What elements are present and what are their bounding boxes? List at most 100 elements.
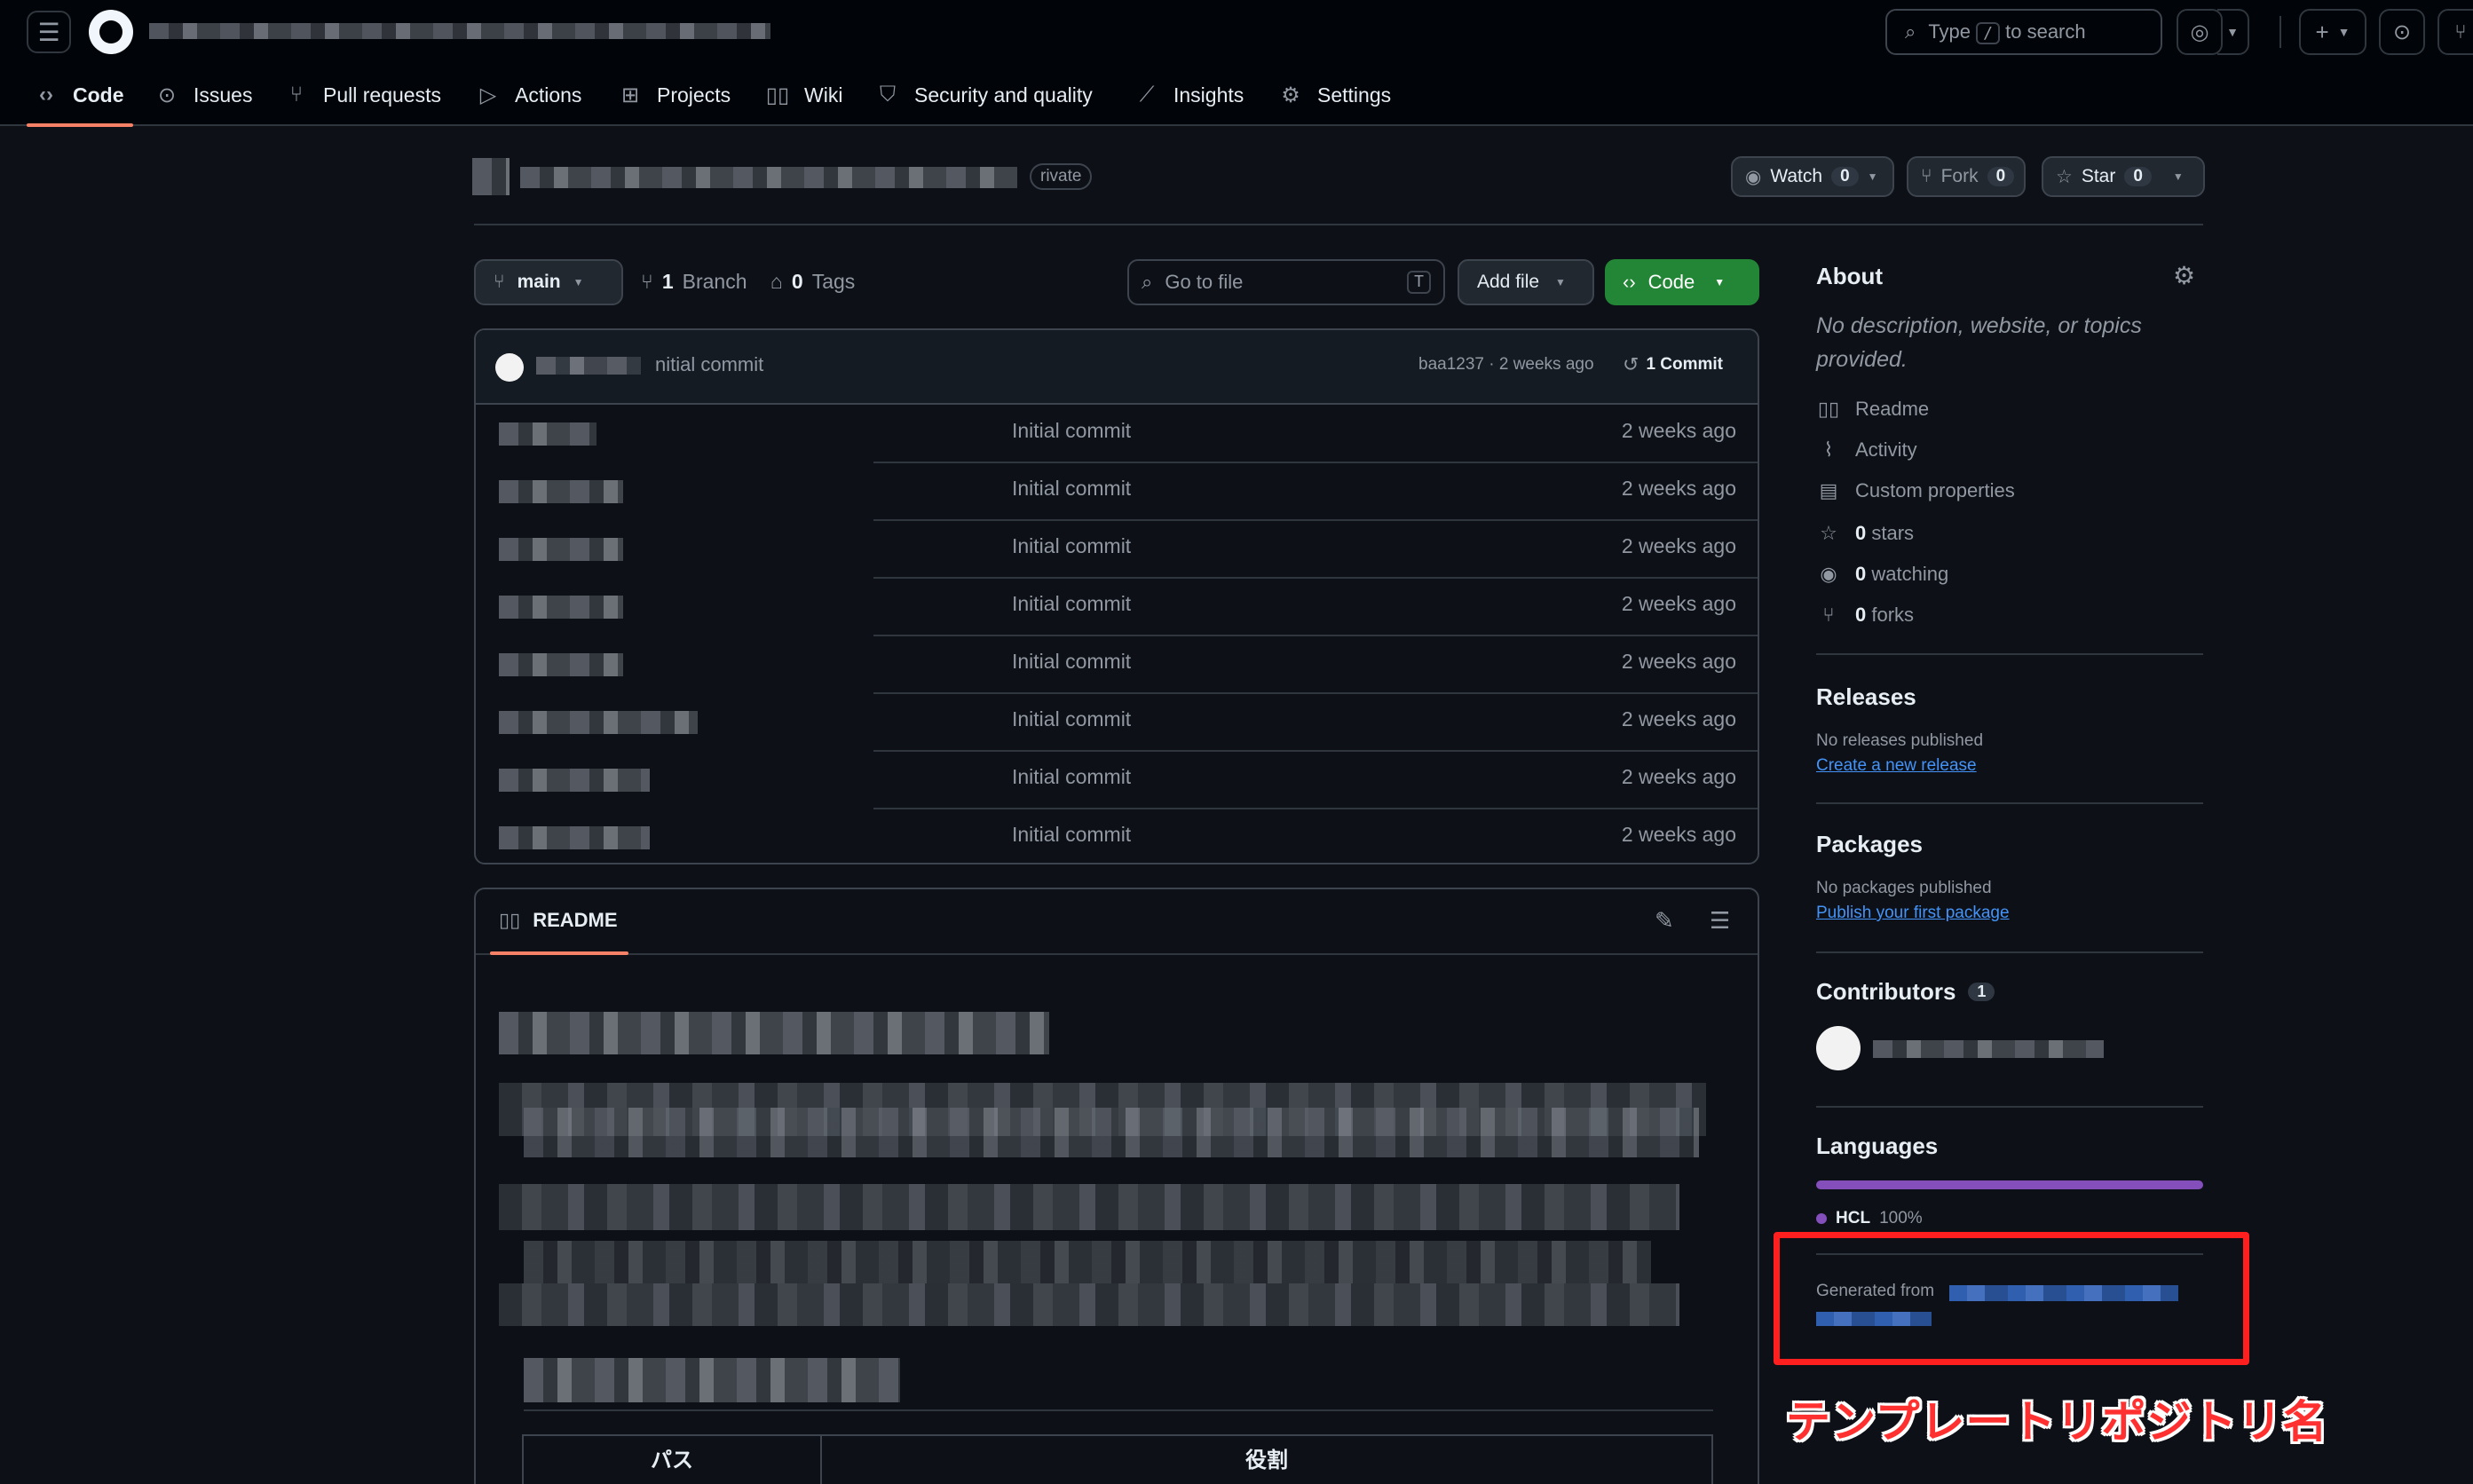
tab-label: Security and quality [914, 83, 1093, 107]
about-heading: About [1816, 263, 1884, 289]
watch-button[interactable]: ◉ Watch 0 ▼ [1731, 156, 1894, 197]
language-hcl[interactable]: HCL 100% [1816, 1209, 1923, 1228]
edit-readme-button[interactable]: ✎ [1655, 907, 1674, 935]
branch-label: Branch [682, 270, 747, 293]
star-count: 0 [2124, 167, 2152, 186]
tab-insights[interactable]: ⟋ Insights [1134, 69, 1244, 121]
branch-icon: ⑂ [641, 270, 653, 293]
about-settings-button[interactable]: ⚙ [2173, 261, 2195, 290]
watching-link[interactable]: ◉ 0 watching [1816, 563, 1948, 586]
file-commit-message[interactable]: Initial commit [1012, 592, 1131, 616]
header-divider [2279, 16, 2281, 48]
tab-label: Issues [194, 83, 253, 107]
tab-code[interactable]: ‹› Code [34, 69, 124, 121]
readme-heading-redacted [499, 1012, 1049, 1054]
author-avatar[interactable] [495, 353, 524, 382]
language-dot [1816, 1213, 1827, 1224]
custom-properties-link[interactable]: ▤ Custom properties [1816, 479, 2015, 502]
branch-selector[interactable]: ⑂ main ▼ [474, 259, 623, 305]
code-icon: ‹› [39, 83, 53, 107]
pull-request-icon: ⑂ [289, 83, 304, 107]
file-name-redacted[interactable] [499, 422, 597, 446]
readme-rule [524, 1409, 1713, 1411]
tag-label: Tags [811, 270, 856, 293]
eye-icon: ◉ [1745, 166, 1762, 187]
create-release-link[interactable]: Create a new release [1816, 756, 1977, 776]
stars-link[interactable]: ☆ 0 stars [1816, 522, 1914, 545]
row-divider [873, 808, 1758, 809]
hamburger-icon: ☰ [37, 18, 60, 46]
star-button[interactable]: ☆ Star 0 ▼ [2042, 156, 2205, 197]
author-name-redacted [536, 357, 641, 375]
contributors-heading[interactable]: Contributors 1 [1816, 978, 1995, 1006]
tab-label: Wiki [804, 83, 843, 107]
language-percent: 100% [1879, 1209, 1923, 1227]
file-commit-message[interactable]: Initial commit [1012, 650, 1131, 674]
tab-settings[interactable]: ⚙ Settings [1278, 69, 1391, 121]
packages-heading[interactable]: Packages [1816, 831, 1923, 858]
file-name-redacted[interactable] [499, 480, 623, 503]
commit-hash-time[interactable]: baa1237 · 2 weeks ago [1418, 355, 1594, 375]
add-file-button[interactable]: Add file ▼ [1458, 259, 1594, 305]
issues-button[interactable]: ⊙ [2379, 9, 2425, 55]
file-commit-message[interactable]: Initial commit [1012, 477, 1131, 501]
file-name-redacted[interactable] [499, 826, 650, 849]
code-icon: ‹› [1623, 271, 1636, 293]
tags-link[interactable]: ⌂ 0 Tags [770, 270, 855, 294]
code-button[interactable]: ‹› Code ▼ [1605, 259, 1759, 305]
create-new-button[interactable]: + ▼ [2299, 9, 2366, 55]
pull-requests-button[interactable]: ⑂ [2437, 9, 2473, 55]
fork-icon: ⑂ [1921, 166, 1932, 186]
tab-wiki[interactable]: ▯▯ Wiki [765, 69, 843, 121]
table-header-role: 役割 [1245, 1448, 1288, 1472]
tab-issues[interactable]: ⊙ Issues [154, 69, 253, 121]
contributor-avatar[interactable] [1816, 1026, 1861, 1070]
tab-projects[interactable]: ⊞ Projects [618, 69, 731, 121]
file-commit-message[interactable]: Initial commit [1012, 534, 1131, 558]
outline-button[interactable]: ☰ [1710, 907, 1730, 935]
row-divider [873, 692, 1758, 694]
tab-security[interactable]: ⛉ Security and quality [875, 69, 1093, 121]
languages-heading: Languages [1816, 1133, 1939, 1159]
go-to-file-input[interactable]: ⌕ Go to file T [1127, 259, 1445, 305]
commit-history-link[interactable]: ↺ 1 Commit [1623, 353, 1723, 376]
copilot-menu-button[interactable]: ▼ [2217, 9, 2249, 55]
file-name-redacted[interactable] [499, 596, 623, 619]
copilot-button[interactable]: ◎ [2177, 9, 2223, 55]
readme-body-redacted-4 [524, 1241, 1651, 1283]
file-name-redacted[interactable] [499, 653, 623, 676]
file-commit-message[interactable]: Initial commit [1012, 765, 1131, 789]
search-input[interactable]: ⌕ Type / to search [1885, 9, 2162, 55]
issue-icon: ⊙ [157, 83, 177, 107]
file-name-redacted[interactable] [499, 769, 650, 792]
branches-link[interactable]: ⑂ 1 Branch [641, 270, 747, 294]
file-commit-message[interactable]: Initial commit [1012, 419, 1131, 443]
publish-package-link[interactable]: Publish your first package [1816, 904, 2010, 923]
forks-link[interactable]: ⑂ 0 forks [1816, 604, 1914, 627]
custom-properties-label: Custom properties [1855, 479, 2015, 501]
tab-pull-requests[interactable]: ⑂ Pull requests [284, 69, 441, 121]
star-icon: ☆ [2056, 166, 2073, 187]
readme-table: パス 役割 [522, 1434, 1713, 1484]
annotation-box [1774, 1232, 2249, 1365]
fork-button[interactable]: ⑂ Fork 0 [1907, 156, 2026, 197]
file-commit-message[interactable]: Initial commit [1012, 707, 1131, 731]
book-icon: ▯▯ [499, 909, 521, 931]
readme-link[interactable]: ▯▯ Readme [1816, 398, 1929, 421]
github-logo[interactable] [89, 10, 133, 54]
menu-button[interactable]: ☰ [27, 11, 71, 53]
releases-status: No releases published [1816, 731, 1984, 750]
releases-heading[interactable]: Releases [1816, 683, 1916, 711]
activity-link[interactable]: ⌇ Activity [1816, 438, 1917, 462]
tab-actions[interactable]: ▷ Actions [476, 69, 582, 121]
search-icon: ⌕ [1142, 271, 1153, 293]
file-name-redacted[interactable] [499, 538, 623, 561]
chevron-down-icon: ▼ [2337, 25, 2351, 39]
readme-tab[interactable]: ▯▯ README [499, 909, 618, 932]
chevron-down-icon: ▼ [573, 276, 584, 288]
latest-commit-message[interactable]: nitial commit [655, 353, 763, 376]
file-commit-message[interactable]: Initial commit [1012, 823, 1131, 847]
packages-status: No packages published [1816, 879, 1992, 897]
tab-label: Code [73, 83, 124, 107]
file-name-redacted[interactable] [499, 711, 698, 734]
